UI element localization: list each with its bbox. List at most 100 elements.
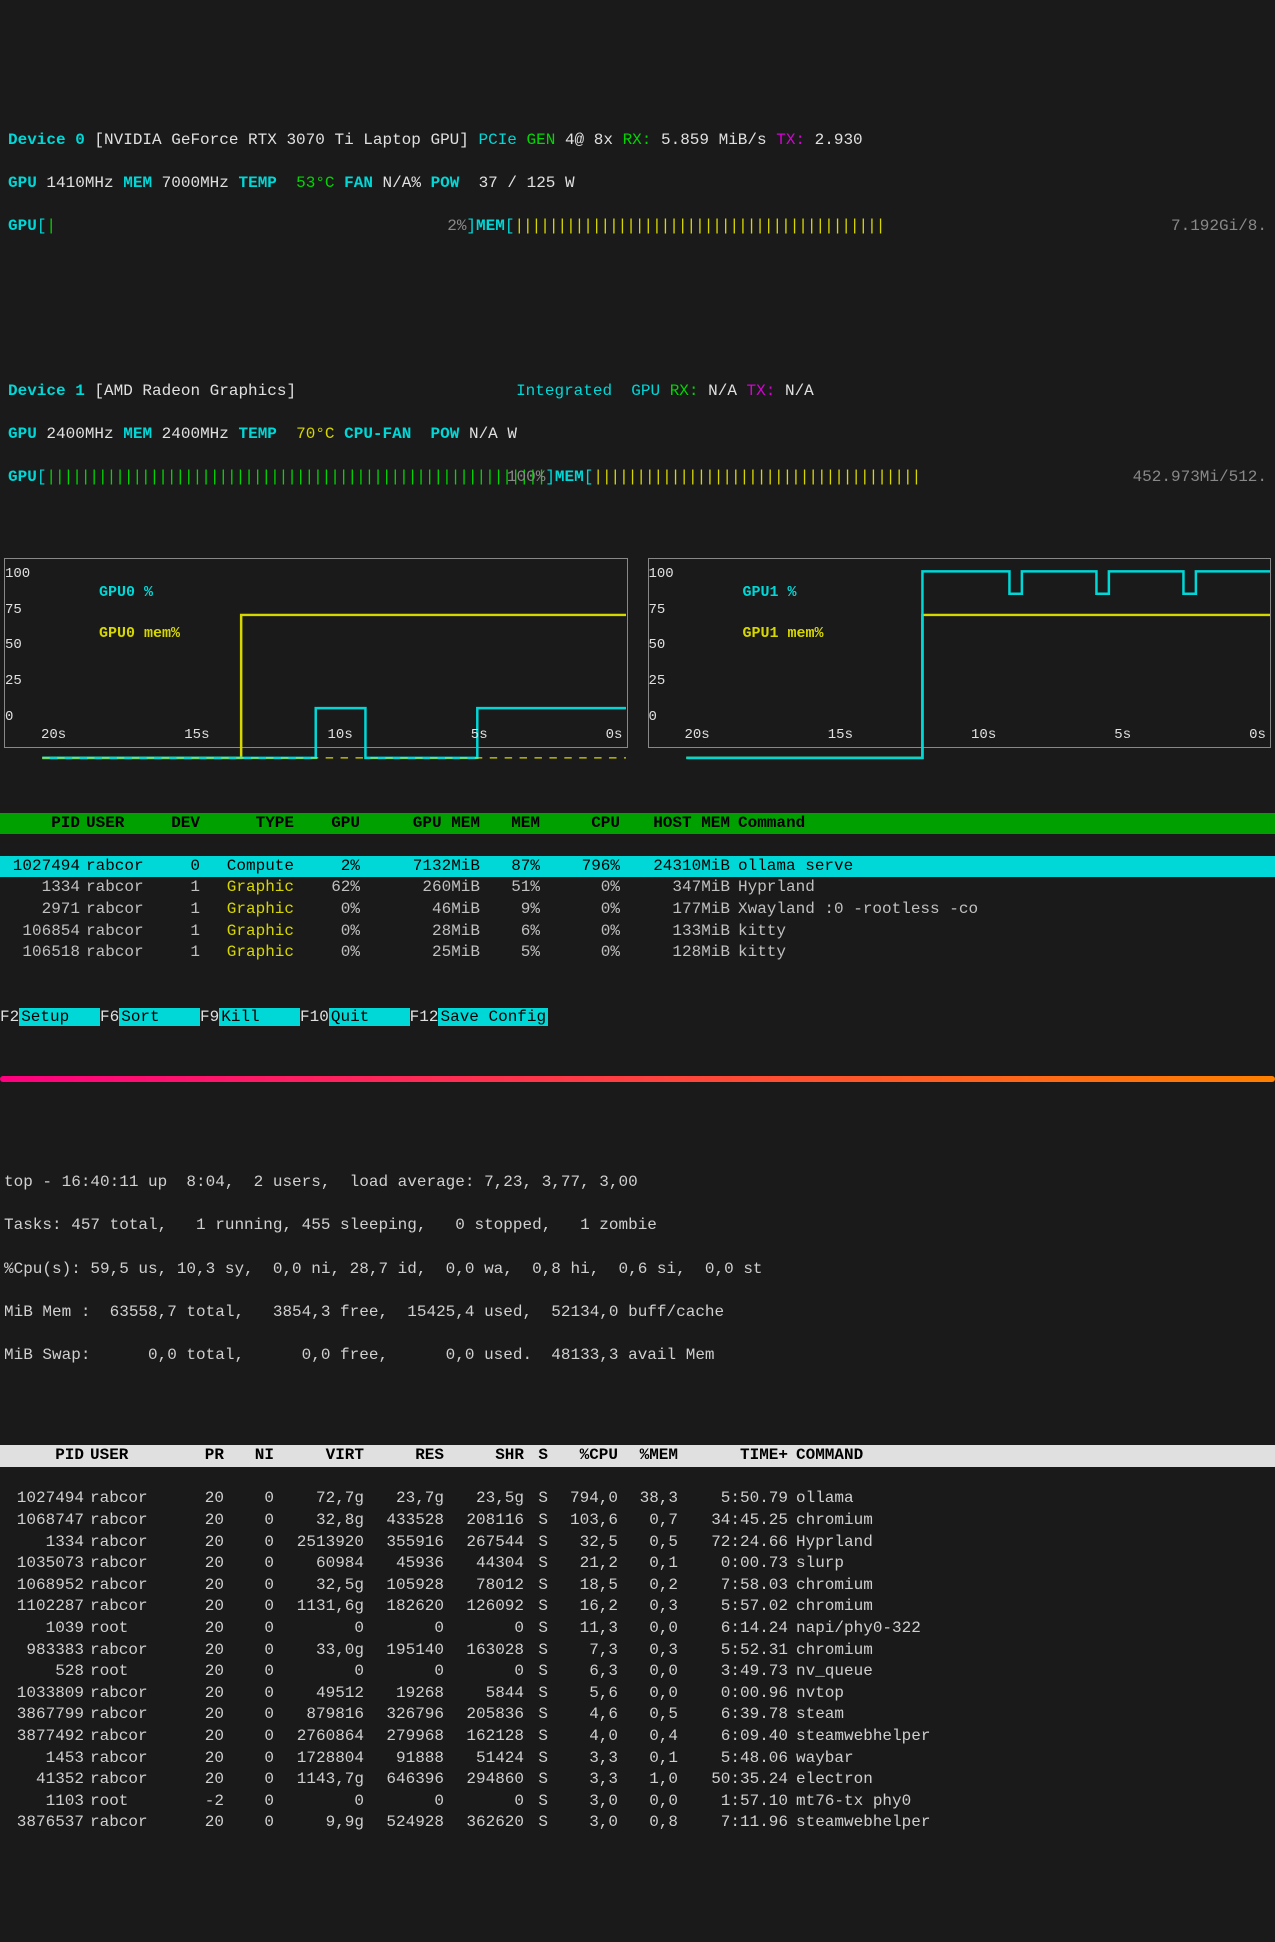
table-row[interactable]: 1453rabcor20017288049188851424S3,30,15:4… xyxy=(0,1748,1275,1770)
table-row[interactable]: 983383rabcor20033,0g195140163028S7,30,35… xyxy=(0,1640,1275,1662)
col-user[interactable]: USER xyxy=(80,813,160,835)
cell-pr: 20 xyxy=(174,1553,224,1575)
mem-clock: 7000MHz xyxy=(162,174,229,192)
col-pid[interactable]: PID xyxy=(0,813,80,835)
cell-command: Hyprland xyxy=(788,1532,1271,1554)
cell-pid: 1033809 xyxy=(4,1683,84,1705)
col-command[interactable]: Command xyxy=(730,813,1275,835)
table-row[interactable]: 1334rabcor1Graphic62%260MiB51%0%347MiBHy… xyxy=(0,877,1275,899)
table-row[interactable]: 1027494rabcor20072,7g23,7g23,5gS794,038,… xyxy=(0,1488,1275,1510)
fn-item[interactable]: F12Save Config xyxy=(410,1007,548,1029)
table-row[interactable]: 1068747rabcor20032,8g433528208116S103,60… xyxy=(0,1510,1275,1532)
cell-user: rabcor xyxy=(80,856,160,878)
tcol-shr[interactable]: SHR xyxy=(444,1445,524,1467)
cell-command: kitty xyxy=(730,921,1275,943)
cell-virt: 0 xyxy=(274,1618,364,1640)
pane-divider[interactable] xyxy=(0,1076,1275,1082)
cell-mem: 0,0 xyxy=(618,1791,678,1813)
col-mempc[interactable]: MEM xyxy=(480,813,540,835)
cell-shr: 78012 xyxy=(444,1575,524,1597)
table-row[interactable]: 1334rabcor2002513920355916267544S32,50,5… xyxy=(0,1532,1275,1554)
tcol-cmd[interactable]: COMMAND xyxy=(788,1445,1271,1467)
fn-item[interactable]: F2Setup xyxy=(0,1007,100,1029)
cell-ni: 0 xyxy=(224,1640,274,1662)
col-dev[interactable]: DEV xyxy=(160,813,200,835)
cell-mem: 0,4 xyxy=(618,1726,678,1748)
gpu-pct: 2% xyxy=(447,216,466,238)
nvtop-table-header[interactable]: PID USER DEV TYPE GPU GPU MEM MEM CPU HO… xyxy=(0,813,1275,835)
tcol-user[interactable]: USER xyxy=(84,1445,174,1467)
tcol-time[interactable]: TIME+ xyxy=(678,1445,788,1467)
tcol-pr[interactable]: PR xyxy=(174,1445,224,1467)
fn-item[interactable]: F6Sort xyxy=(100,1007,200,1029)
table-row[interactable]: 3876537rabcor2009,9g524928362620S3,00,87… xyxy=(0,1812,1275,1834)
cell-mempc: 9% xyxy=(480,899,540,921)
table-row[interactable]: 1102287rabcor2001131,6g182620126092S16,2… xyxy=(0,1596,1275,1618)
top-rows: 1027494rabcor20072,7g23,7g23,5gS794,038,… xyxy=(0,1488,1275,1834)
cell-user: rabcor xyxy=(84,1726,174,1748)
fn-item[interactable]: F10Quit xyxy=(300,1007,410,1029)
table-row[interactable]: 1068952rabcor20032,5g10592878012S18,50,2… xyxy=(0,1575,1275,1597)
table-row[interactable]: 41352rabcor2001143,7g646396294860S3,31,0… xyxy=(0,1769,1275,1791)
cell-s: S xyxy=(524,1704,548,1726)
cell-res: 279968 xyxy=(364,1726,444,1748)
cell-pr: 20 xyxy=(174,1683,224,1705)
table-row[interactable]: 106854rabcor1Graphic0%28MiB6%0%133MiBkit… xyxy=(0,921,1275,943)
col-type[interactable]: TYPE xyxy=(200,813,300,835)
cell-user: rabcor xyxy=(80,921,160,943)
cell-res: 105928 xyxy=(364,1575,444,1597)
tcol-res[interactable]: RES xyxy=(364,1445,444,1467)
cell-user: rabcor xyxy=(84,1812,174,1834)
table-row[interactable]: 1035073rabcor200609844593644304S21,20,10… xyxy=(0,1553,1275,1575)
col-gpumem[interactable]: GPU MEM xyxy=(360,813,480,835)
table-row[interactable]: 1039root200000S11,30,06:14.24napi/phy0-3… xyxy=(0,1618,1275,1640)
cell-virt: 49512 xyxy=(274,1683,364,1705)
table-row[interactable]: 3877492rabcor2002760864279968162128S4,00… xyxy=(0,1726,1275,1748)
cell-mempc: 5% xyxy=(480,942,540,964)
cell-shr: 126092 xyxy=(444,1596,524,1618)
fn-key: F6 xyxy=(100,1008,119,1026)
tcol-mem[interactable]: %MEM xyxy=(618,1445,678,1467)
col-gpu[interactable]: GPU xyxy=(300,813,360,835)
x-axis: 20s 15s 10s 5s 0s xyxy=(41,726,623,745)
tcol-virt[interactable]: VIRT xyxy=(274,1445,364,1467)
tcol-ni[interactable]: NI xyxy=(224,1445,274,1467)
table-row[interactable]: 1027494rabcor0Compute2%7132MiB87%796%243… xyxy=(0,856,1275,878)
table-row[interactable]: 1103root-20000S3,00,01:57.10mt76-tx phy0 xyxy=(0,1791,1275,1813)
cell-ni: 0 xyxy=(224,1575,274,1597)
cell-virt: 0 xyxy=(274,1661,364,1683)
fan-value: N/A% xyxy=(383,174,421,192)
device1-name: [AMD Radeon Graphics] xyxy=(94,382,296,400)
fn-item[interactable]: F9Kill xyxy=(200,1007,300,1029)
cell-command: ollama xyxy=(788,1488,1271,1510)
cell-time: 7:58.03 xyxy=(678,1575,788,1597)
function-key-bar: F2Setup F6Sort F9Kill F10Quit F12Save Co… xyxy=(0,1007,1275,1029)
cell-cpu: 16,2 xyxy=(548,1596,618,1618)
cell-pid: 1027494 xyxy=(4,1488,84,1510)
cell-mem: 38,3 xyxy=(618,1488,678,1510)
cell-shr: 5844 xyxy=(444,1683,524,1705)
tcol-pid[interactable]: PID xyxy=(4,1445,84,1467)
cell-pr: 20 xyxy=(174,1769,224,1791)
cell-cpu: 18,5 xyxy=(548,1575,618,1597)
cell-mem: 0,0 xyxy=(618,1683,678,1705)
table-row[interactable]: 1033809rabcor20049512192685844S5,60,00:0… xyxy=(0,1683,1275,1705)
col-hostmem[interactable]: HOST MEM xyxy=(620,813,730,835)
tcol-cpu[interactable]: %CPU xyxy=(548,1445,618,1467)
tcol-s[interactable]: S xyxy=(524,1445,548,1467)
table-row[interactable]: 2971rabcor1Graphic0%46MiB9%0%177MiBXwayl… xyxy=(0,899,1275,921)
cell-virt: 1131,6g xyxy=(274,1596,364,1618)
pcie-label: PCIe xyxy=(479,131,517,149)
col-cpu[interactable]: CPU xyxy=(540,813,620,835)
cell-cpu: 0% xyxy=(540,942,620,964)
table-row[interactable]: 3867799rabcor200879816326796205836S4,60,… xyxy=(0,1704,1275,1726)
top-table-header[interactable]: PID USER PR NI VIRT RES SHR S %CPU %MEM … xyxy=(0,1445,1275,1467)
cell-s: S xyxy=(524,1791,548,1813)
cell-gpumem: 25MiB xyxy=(360,942,480,964)
cell-pr: 20 xyxy=(174,1488,224,1510)
table-row[interactable]: 106518rabcor1Graphic0%25MiB5%0%128MiBkit… xyxy=(0,942,1275,964)
gpu1-clock: 2400MHz xyxy=(46,425,113,443)
table-row[interactable]: 528root200000S6,30,03:49.73nv_queue xyxy=(0,1661,1275,1683)
cell-user: rabcor xyxy=(84,1640,174,1662)
cell-time: 72:24.66 xyxy=(678,1532,788,1554)
